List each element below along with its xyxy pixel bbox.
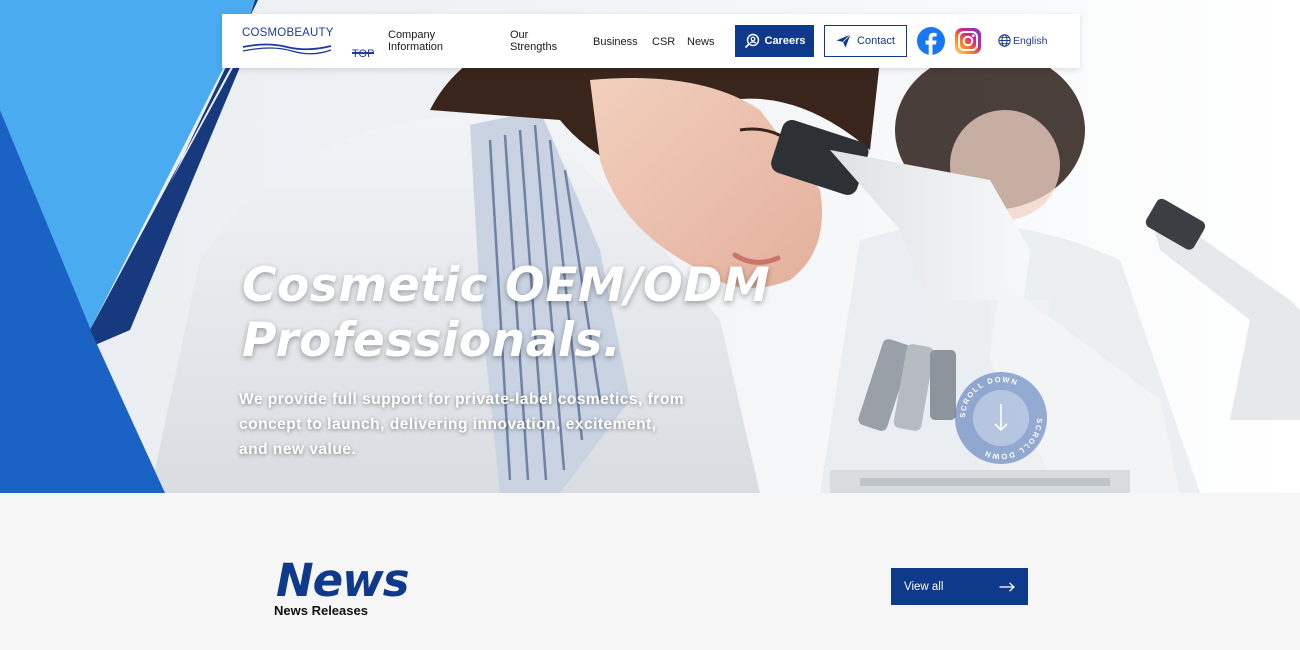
nav-csr[interactable]: CSR	[652, 36, 675, 48]
site-header: COSMOBEAUTY TOP Company Information Our …	[222, 14, 1080, 68]
contact-label: Contact	[857, 35, 895, 47]
nav-company-information[interactable]: Company Information	[388, 29, 443, 53]
paper-plane-icon	[836, 34, 851, 48]
language-switch[interactable]: English	[998, 34, 1047, 47]
logo-swoosh-icon	[242, 43, 332, 55]
hero-section: Cosmetic OEM/ODM Professionals. We provi…	[0, 0, 1300, 493]
nav-business[interactable]: Business	[593, 36, 638, 48]
hero-title-line2: Professionals.	[242, 313, 622, 368]
view-all-button[interactable]: View all	[891, 568, 1028, 605]
hero-subtitle: We provide full support for private-labe…	[239, 391, 685, 458]
arrow-right-icon	[999, 581, 1015, 592]
view-all-label: View all	[904, 580, 944, 593]
instagram-icon[interactable]	[954, 27, 982, 55]
nav-our-strengths[interactable]: Our Strengths	[510, 29, 557, 53]
scroll-down-button[interactable]: SCROLL DOWN SCROLL DOWN	[953, 370, 1049, 466]
news-heading: News	[276, 554, 410, 607]
globe-icon	[998, 34, 1011, 47]
facebook-icon[interactable]	[917, 27, 945, 55]
cosmobeauty-logo[interactable]: COSMOBEAUTY	[242, 27, 334, 55]
careers-label: Careers	[764, 35, 806, 47]
language-label: English	[1013, 34, 1048, 47]
hero-title: Cosmetic OEM/ODM Professionals.	[242, 258, 802, 368]
news-subheading: News Releases	[274, 603, 368, 618]
person-search-icon	[744, 33, 759, 49]
careers-button[interactable]: Careers	[735, 25, 814, 57]
nav-active-indicator	[352, 52, 375, 54]
nav-news[interactable]: News	[687, 36, 715, 48]
hero-title-line1: Cosmetic OEM/ODM	[242, 258, 771, 313]
logo-text: COSMOBEAUTY	[242, 27, 334, 39]
nav-top-label: TOP	[352, 48, 375, 60]
contact-button[interactable]: Contact	[824, 25, 907, 57]
nav-top[interactable]: TOP	[352, 36, 375, 72]
